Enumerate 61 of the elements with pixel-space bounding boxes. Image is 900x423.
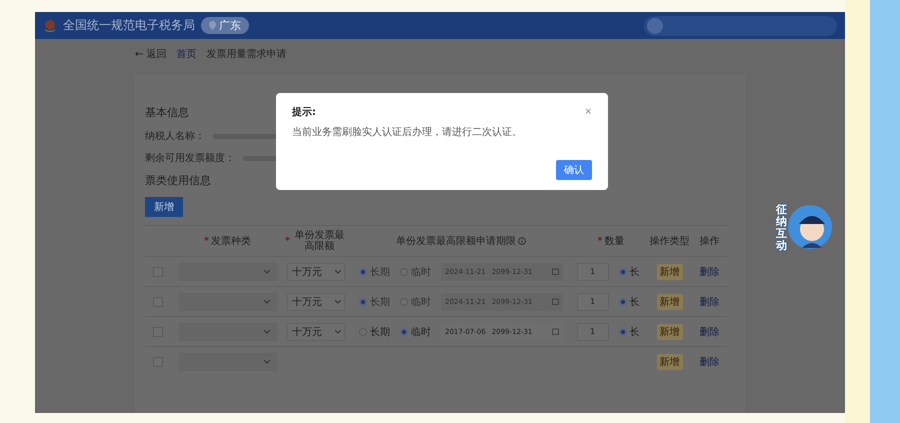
section-title: 基本信息 xyxy=(145,105,189,120)
type-select[interactable] xyxy=(178,322,276,340)
column-header: 单份发票最高限额 xyxy=(294,230,346,252)
radio-label: 长期 xyxy=(370,296,390,308)
caret-icon xyxy=(264,270,270,274)
add-button[interactable]: 新增 xyxy=(145,197,183,217)
type-select[interactable] xyxy=(178,292,276,310)
operation-type-tag: 新增 xyxy=(656,354,682,370)
required-mark: * xyxy=(204,236,209,246)
operation-type-tag: 新增 xyxy=(656,264,682,280)
type-select[interactable] xyxy=(178,352,276,370)
caret-icon xyxy=(264,330,270,334)
column-header: 操作 xyxy=(700,236,720,246)
column-header: 单份发票最高限额申请期限 xyxy=(396,236,516,246)
radio-button[interactable] xyxy=(618,328,626,336)
radio-label: 长期 xyxy=(370,326,390,338)
quantity-field[interactable]: 1 xyxy=(576,322,608,340)
calendar-icon xyxy=(552,328,559,335)
required-mark: * xyxy=(285,236,290,246)
delete-link[interactable]: 删除 xyxy=(700,354,720,368)
emblem-icon xyxy=(43,18,57,32)
radio-label: 长期 xyxy=(370,266,390,278)
caret-icon xyxy=(264,360,270,364)
close-button[interactable]: × xyxy=(584,107,592,117)
region-label: 广东 xyxy=(219,18,241,33)
column-header: 数量 xyxy=(604,236,624,246)
back-link[interactable]: ← 返回 xyxy=(135,47,167,61)
section-title: 票类使用信息 xyxy=(145,173,211,188)
required-mark: * xyxy=(598,236,602,246)
operation-type-tag: 新增 xyxy=(656,324,682,340)
location-pin-icon xyxy=(209,21,216,30)
operation-type-tag: 新增 xyxy=(656,294,682,310)
radio-label: 长 xyxy=(630,296,640,308)
calendar-icon xyxy=(552,268,559,275)
radio-label: 长 xyxy=(630,326,640,338)
limit-select[interactable]: 十万元 xyxy=(287,322,345,340)
radio-label: 临时 xyxy=(411,266,431,278)
assistant-label[interactable]: 征纳互动 xyxy=(776,204,790,252)
caret-icon xyxy=(264,300,270,304)
field-label: 纳税人名称： xyxy=(145,130,205,143)
caret-icon xyxy=(335,270,341,274)
calendar-icon xyxy=(552,298,559,305)
dialog-title: 提示: xyxy=(292,106,316,119)
site-title: 全国统一规范电子税务局 xyxy=(63,17,195,34)
caret-icon xyxy=(335,330,341,334)
delete-link[interactable]: 删除 xyxy=(700,324,720,338)
column-header: 操作类型 xyxy=(650,236,690,246)
caret-icon xyxy=(335,300,341,304)
avatar-icon xyxy=(647,18,663,34)
dialog-message: 当前业务需刷脸实人认证后办理，请进行二次认证。 xyxy=(292,126,523,139)
radio-label: 临时 xyxy=(411,296,431,308)
confirm-button[interactable]: 确认 xyxy=(556,160,592,180)
breadcrumb-item[interactable]: 首页 xyxy=(176,47,197,61)
column-header: 发票种类 xyxy=(211,236,251,246)
radio-label: 临时 xyxy=(411,326,431,338)
radio-label: 长 xyxy=(630,266,640,278)
type-select[interactable] xyxy=(178,262,276,280)
radio-button[interactable] xyxy=(400,328,408,336)
breadcrumb-item: 发票用量需求申请 xyxy=(206,48,287,61)
field-label: 剩余可用发票额度： xyxy=(145,152,235,165)
region-badge[interactable]: 广东 xyxy=(201,17,249,34)
